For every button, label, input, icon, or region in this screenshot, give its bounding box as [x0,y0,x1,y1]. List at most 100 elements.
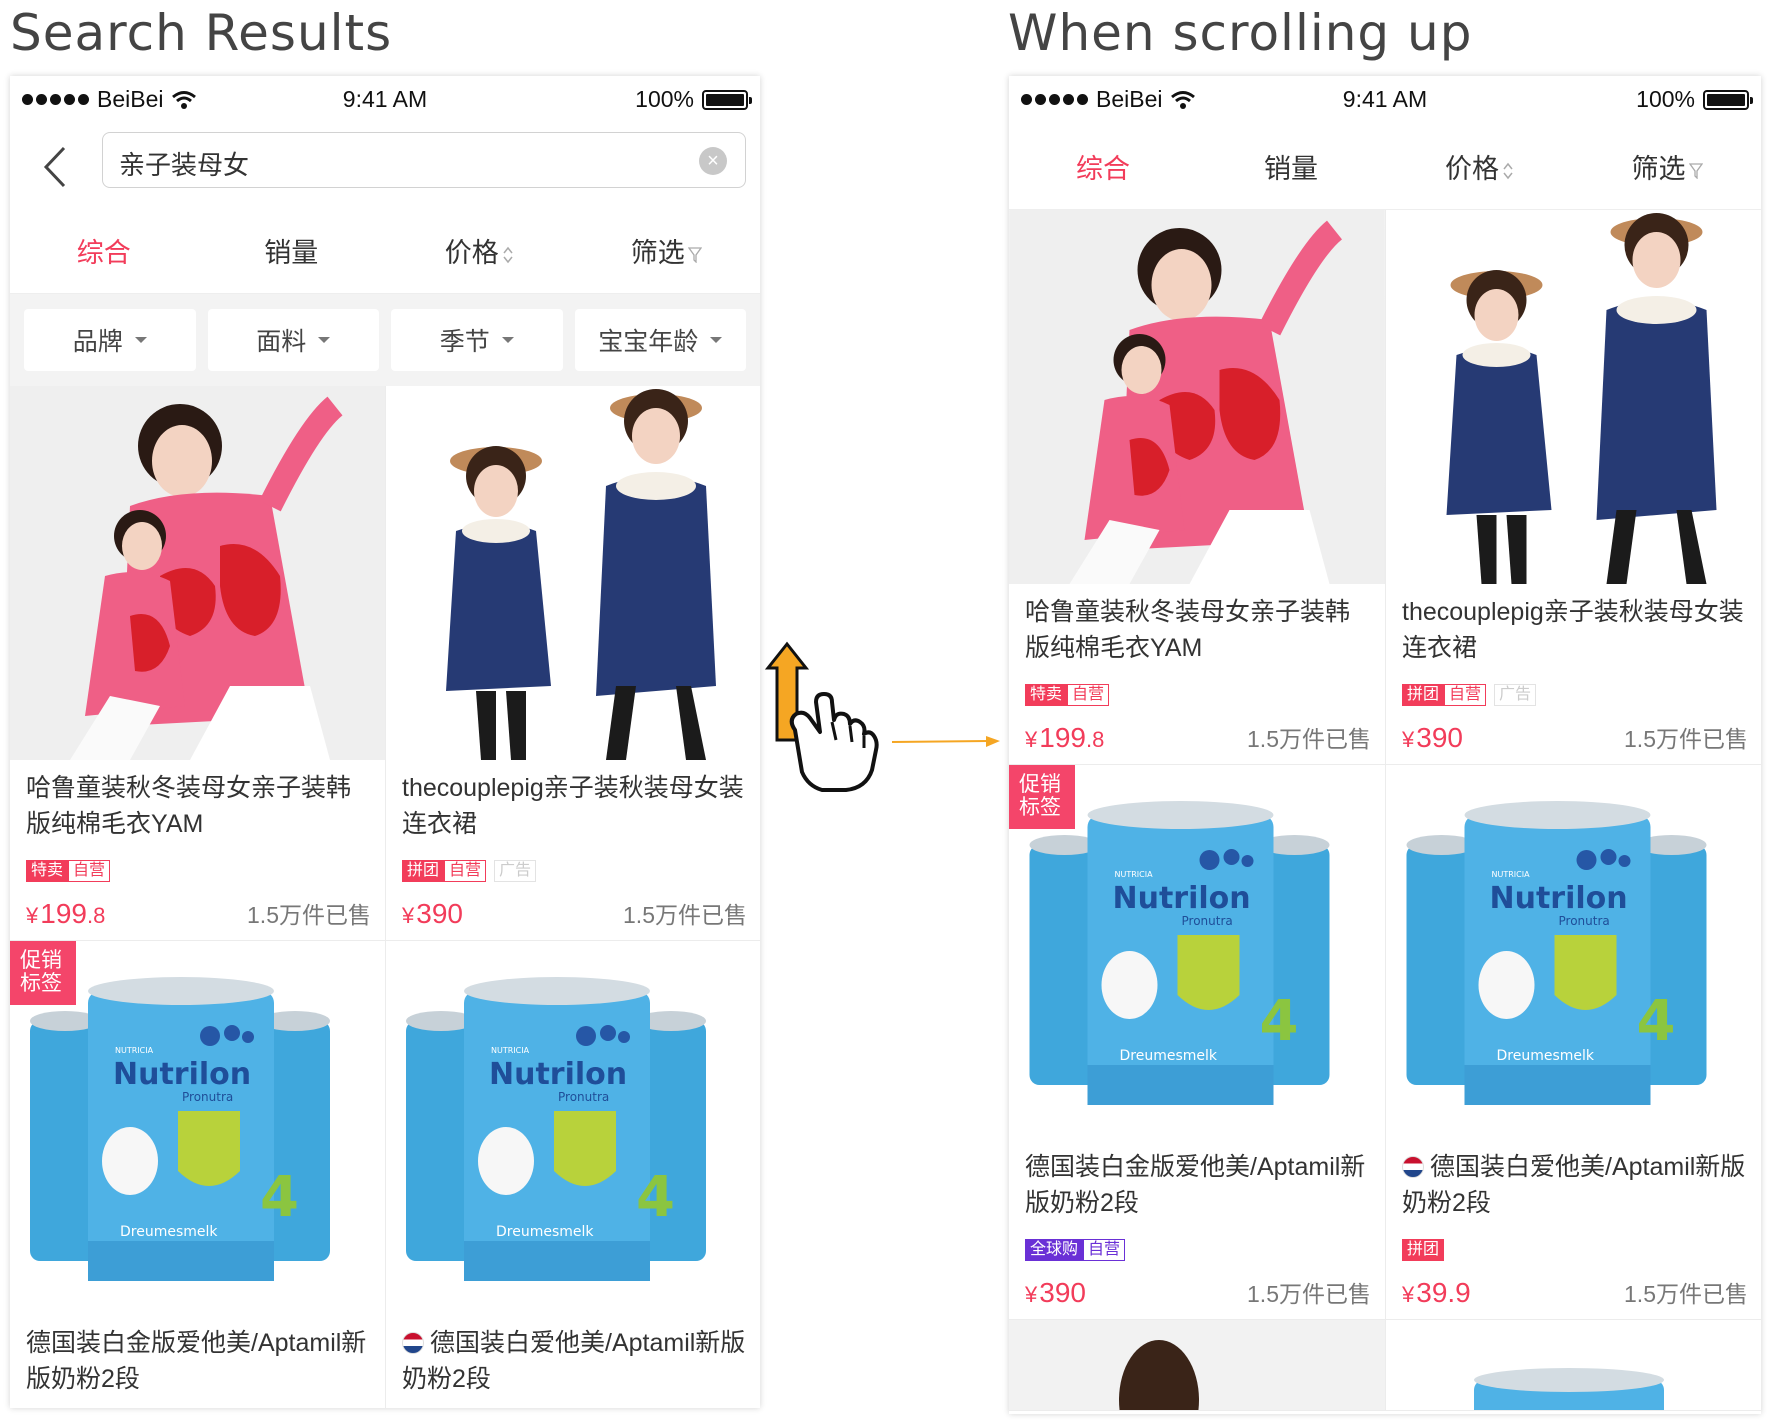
product-title: thecouplepig亲子装秋装母女装连衣裙 [1402,598,1744,662]
product-card[interactable]: 4 NUTRICIA Nutrilon Pronutra Dreumesmelk… [386,941,760,1408]
transition-arrow-icon [892,736,1000,747]
battery-icon [1703,89,1753,110]
filter-funnel-icon [1688,163,1703,179]
product-image [1009,210,1385,584]
product-image: 4 NUTRICIA Nutrilon Pronutra Dreumesmelk [386,941,760,1315]
mother-daughter-navy-photo [1386,210,1761,584]
chip-fabric[interactable]: 面料 [207,309,379,371]
product-card[interactable]: thecouplepig亲子装秋装母女装连衣裙 拼团 自营 广告 ¥390 1.5万… [1386,210,1761,765]
svg-text:Dreumesmelk: Dreumesmelk [1497,1048,1595,1064]
sold-count: 1.5万件已售 [1247,1281,1371,1307]
search-bar-row: 亲子装母女 × [10,124,760,208]
search-query: 亲子装母女 [119,150,250,180]
svg-text:4: 4 [1637,989,1676,1054]
product-tags: 特卖 自营 [26,856,371,886]
sort-updown-icon [1503,162,1513,180]
back-arrow-icon[interactable] [38,142,78,192]
search-input[interactable]: 亲子装母女 × [102,132,746,188]
chip-season[interactable]: 季节 [391,309,563,371]
product-price: ¥199.8 [1025,722,1105,753]
tab-sales[interactable]: 销量 [198,231,386,270]
tag-ad: 广告 [1494,684,1537,706]
product-card[interactable]: thecouplepig亲子装秋装母女装连衣裙 拼团 自营 广告 ¥390 1.5万… [386,386,760,941]
sort-updown-icon [503,246,513,264]
product-card[interactable]: 哈鲁童装秋冬装母女亲子装韩版纯棉毛衣YAM 特卖 自营 ¥199.8 1.5万件已… [10,386,386,941]
sold-count: 1.5万件已售 [1624,726,1748,752]
product-image [1386,210,1761,584]
tab-filter[interactable]: 筛选 [1573,147,1761,186]
product-title: 德国装白爱他美/Aptamil新版奶粉2段 [402,1329,746,1393]
svg-text:Dreumesmelk: Dreumesmelk [496,1224,594,1240]
battery-percent: 100% [635,86,694,112]
product-price: ¥39.9 [1402,1277,1471,1308]
battery-icon [702,89,752,110]
caret-down-icon [134,337,147,343]
product-title: 德国装白金版爱他美/Aptamil新版奶粉2段 [1025,1153,1366,1217]
tag-group-buy: 拼团 [1402,1239,1445,1261]
svg-text:NUTRICIA: NUTRICIA [491,1046,530,1055]
product-tags: 拼团 自营 广告 [1402,680,1748,710]
svg-text:Pronutra: Pronutra [1182,914,1233,928]
product-grid: 哈鲁童装秋冬装母女亲子装韩版纯棉毛衣YAM 特卖 自营 ¥199.8 1.5万件已… [10,386,760,1408]
tag-global-purchase: 全球购 [1025,1239,1084,1261]
filter-chip-row: 品牌 面料 季节 宝宝年龄 [10,294,760,386]
product-card[interactable]: 促销 标签 4 NUTRICIA Nutrilon Pronutra Dreum… [1009,765,1386,1320]
product-image [386,386,760,760]
clear-icon[interactable]: × [699,147,727,175]
product-title: 德国装白金版爱他美/Aptamil新版奶粉2段 [26,1329,367,1393]
tag-self-operated: 自营 [1083,1239,1126,1261]
tag-self-operated: 自营 [68,860,111,882]
svg-text:4: 4 [636,1165,675,1230]
netherlands-flag-icon [402,1332,424,1354]
milk-can-photo-partial [1474,1368,1664,1410]
tab-filter[interactable]: 筛选 [573,231,761,270]
product-card[interactable] [1009,1320,1386,1411]
product-tags: 拼团 自营 广告 [402,856,747,886]
right-heading: When scrolling up [1008,4,1473,62]
product-tags: 特卖 自营 [1025,680,1371,710]
product-price: ¥390 [1402,722,1463,753]
chip-baby-age[interactable]: 宝宝年龄 [574,309,746,371]
product-title: 哈鲁童装秋冬装母女亲子装韩版纯棉毛衣YAM [26,774,352,838]
swipe-up-gesture-icon [764,641,879,792]
product-image [1386,1320,1761,1410]
sold-count: 1.5万件已售 [1624,1281,1748,1307]
product-tags: 全球购 自营 [1025,1235,1371,1265]
chip-brand[interactable]: 品牌 [24,309,196,371]
product-card[interactable]: 4 NUTRICIA Nutrilon Pronutra Dreumesmelk… [1386,765,1761,1320]
sort-tabs: 综合 销量 价格 筛选 [1009,124,1761,210]
mother-daughter-pink-photo [10,386,385,760]
promo-badge: 促销 标签 [1009,765,1075,829]
milk-can-photo: 4 NUTRICIA Nutrilon Pronutra Dreumesmelk [1406,801,1707,1105]
svg-text:Pronutra: Pronutra [558,1090,609,1104]
svg-text:NUTRICIA: NUTRICIA [115,1046,154,1055]
phone-search-results: BeiBei 9:41 AM 100% 亲子装母女 × 综合 销量 价格 筛选 … [10,76,760,1408]
product-price: ¥390 [1025,1277,1086,1308]
svg-text:4: 4 [1260,989,1299,1054]
tab-price[interactable]: 价格 [1385,147,1573,186]
tab-comprehensive[interactable]: 综合 [1009,147,1197,186]
sort-tabs: 综合 销量 价格 筛选 [10,208,760,294]
product-card[interactable]: 促销 标签 4 NUTRICIA Nutrilon Pronutra Dreum… [10,941,386,1408]
left-heading: Search Results [10,4,393,62]
product-image [1009,1320,1385,1410]
tag-self-operated: 自营 [444,860,487,882]
tab-comprehensive[interactable]: 综合 [10,231,198,270]
mother-daughter-pink-photo [1009,210,1385,584]
phone-scrolling-up: BeiBei 9:41 AM 100% 综合 销量 价格 筛选 哈鲁童装秋冬装母… [1009,76,1761,1414]
battery-percent: 100% [1636,86,1695,112]
product-card[interactable] [1386,1320,1761,1411]
sold-count: 1.5万件已售 [1247,726,1371,752]
tag-self-operated: 自营 [1444,684,1487,706]
svg-text:NUTRICIA: NUTRICIA [1115,870,1154,879]
promo-badge: 促销 标签 [10,941,76,1005]
product-price: ¥390 [402,898,463,929]
tab-price[interactable]: 价格 [385,231,573,270]
sold-count: 1.5万件已售 [623,902,747,928]
svg-text:Pronutra: Pronutra [1559,914,1610,928]
svg-text:Nutrilon: Nutrilon [1490,881,1628,916]
tag-group-buy: 拼团 [1402,684,1445,706]
product-card[interactable]: 哈鲁童装秋冬装母女亲子装韩版纯棉毛衣YAM 特卖 自营 ¥199.8 1.5万件已… [1009,210,1386,765]
product-tags: 拼团 [1402,1235,1748,1265]
tab-sales[interactable]: 销量 [1197,147,1385,186]
